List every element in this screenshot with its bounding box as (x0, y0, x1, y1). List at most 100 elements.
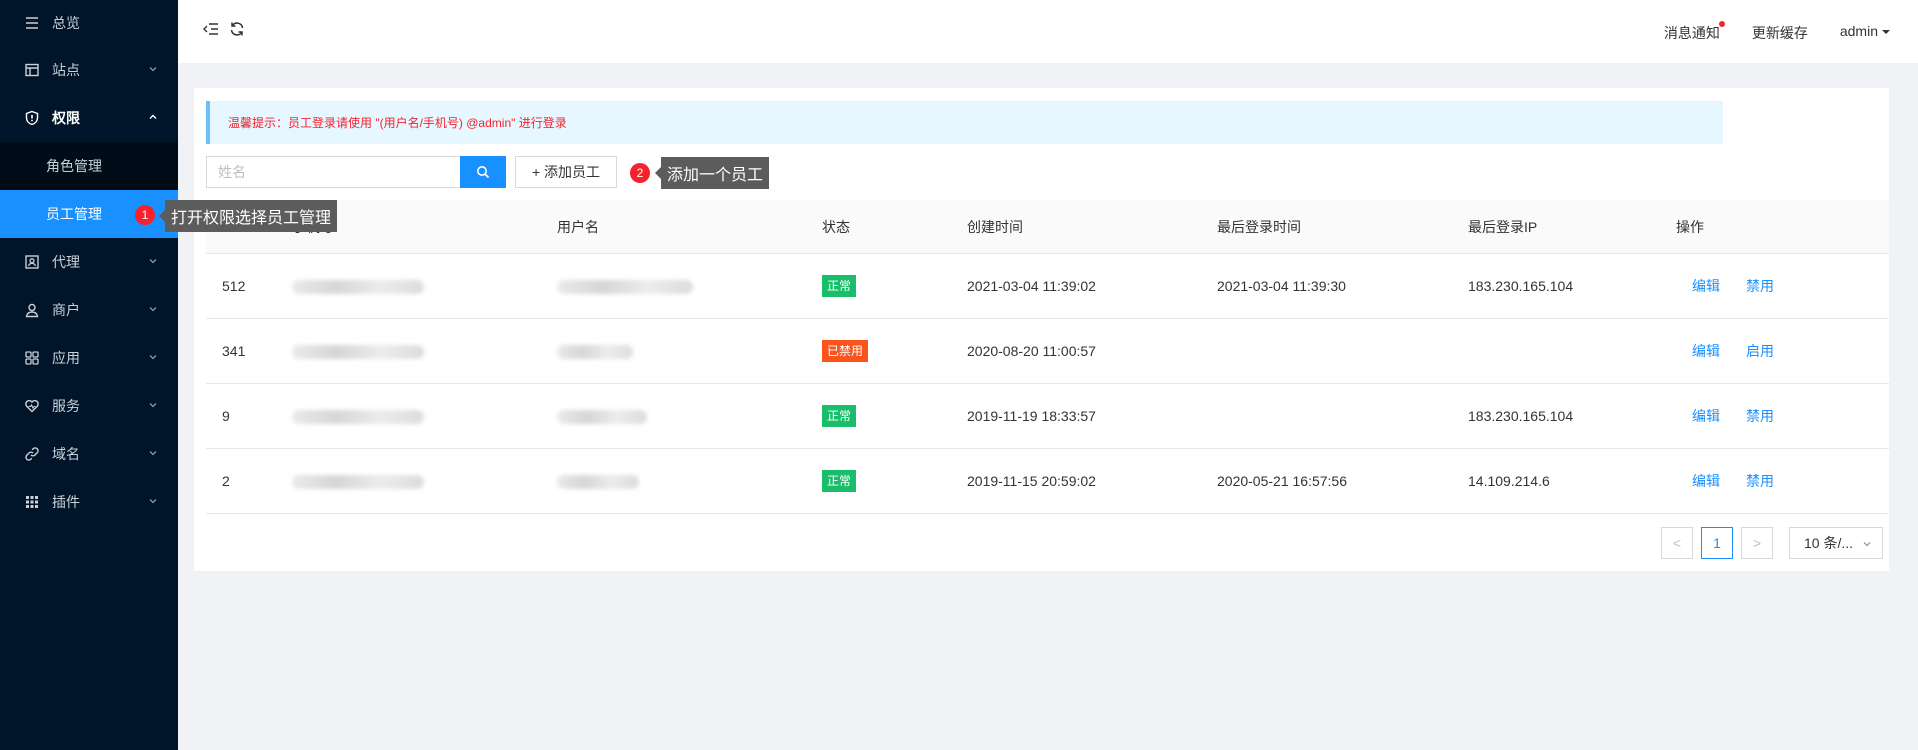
chevron-down-icon (149, 307, 157, 312)
refresh-cache-link[interactable]: 更新缓存 (1752, 23, 1808, 43)
user-menu[interactable]: admin (1840, 23, 1890, 43)
cell-status: 已禁用 (822, 340, 967, 362)
cell-phone-redacted (292, 473, 557, 490)
column-header: 操作 (1676, 218, 1704, 235)
sidebar-item-label: 商户 (52, 302, 80, 318)
username: admin (1839, 23, 1878, 39)
cell-status: 正常 (822, 470, 967, 492)
cell-ip: 183.230.165.104 (1468, 408, 1574, 424)
status-badge: 已禁用 (822, 340, 869, 362)
status-badge: 正常 (822, 470, 857, 492)
status-badge: 正常 (822, 405, 857, 427)
add-staff-button[interactable]: + 添加员工 (515, 156, 617, 188)
notifications-link[interactable]: 消息通知 (1663, 21, 1725, 43)
table-row: 512 正常 2021-03-04 11:39:02 2021-03-04 11… (206, 254, 1889, 319)
cell-id: 2 (222, 473, 230, 489)
chevron-down-icon (1863, 542, 1871, 547)
apps-icon (24, 350, 40, 366)
sidebar-item-label: 代理 (52, 254, 80, 270)
name-search-input[interactable] (206, 156, 460, 188)
sidebar-item-label: 域名 (52, 446, 80, 462)
column-header: 创建时间 (967, 218, 1023, 235)
notifications-label: 消息通知 (1663, 25, 1720, 41)
sidebar-item-permissions[interactable]: 权限 (0, 94, 178, 142)
step-1-marker: 1 (135, 205, 155, 225)
edit-link[interactable]: 编辑 (1692, 341, 1720, 361)
page-size-select[interactable]: 10 条/... (1789, 527, 1883, 559)
heart-icon (24, 398, 40, 414)
next-page-button[interactable]: > (1741, 527, 1773, 559)
chevron-down-icon (149, 499, 157, 504)
status-badge: 正常 (822, 275, 857, 297)
cell-created: 2020-08-20 11:00:57 (967, 343, 1096, 359)
chevron-down-icon (149, 355, 157, 360)
sidebar-item-label: 权限 (52, 110, 80, 126)
contact-icon (24, 254, 40, 270)
sidebar-item-overview[interactable]: 总览 (0, 0, 178, 46)
table-row: 2 正常 2019-11-15 20:59:02 2020-05-21 16:5… (206, 449, 1889, 514)
toggle-status-link[interactable]: 禁用 (1746, 276, 1774, 296)
cell-actions: 编辑 禁用 (1676, 276, 1889, 296)
cell-status: 正常 (822, 275, 967, 297)
cell-username-redacted (557, 473, 822, 490)
cell-id: 9 (222, 408, 230, 424)
edit-link[interactable]: 编辑 (1692, 276, 1720, 296)
step-2-tooltip: 添加一个员工 (654, 157, 770, 189)
prev-page-button[interactable]: < (1661, 527, 1693, 559)
sidebar-item-domains[interactable]: 域名 (0, 430, 178, 478)
sidebar-item-label: 站点 (52, 62, 80, 78)
page-number-button[interactable]: 1 (1701, 527, 1733, 559)
chevron-down-icon (149, 403, 157, 408)
cell-actions: 编辑 禁用 (1676, 406, 1889, 426)
top-header: 消息通知 更新缓存 admin (178, 0, 1918, 63)
cell-actions: 编辑 启用 (1676, 341, 1889, 361)
table-row: 341 已禁用 2020-08-20 11:00:57 编辑 启用 (206, 319, 1889, 384)
grid-icon (24, 494, 40, 510)
shield-icon (24, 110, 40, 126)
notification-dot (1718, 21, 1725, 27)
sidebar-item-label: 服务 (52, 398, 80, 414)
cell-created: 2019-11-15 20:59:02 (967, 473, 1096, 489)
table-row: 9 正常 2019-11-19 18:33:57 183.230.165.104… (206, 384, 1889, 449)
staff-table: ID 手机号 用户名 状态 创建时间 最后登录时间 最后登录IP 操作 512 … (206, 200, 1889, 514)
browser-icon (24, 62, 40, 78)
search-icon (477, 166, 490, 179)
cell-username-redacted (557, 278, 822, 295)
cell-phone-redacted (292, 408, 557, 425)
edit-link[interactable]: 编辑 (1692, 471, 1720, 491)
sidebar-item-merchants[interactable]: 商户 (0, 286, 178, 334)
sidebar-item-services[interactable]: 服务 (0, 382, 178, 430)
cell-status: 正常 (822, 405, 967, 427)
sidebar-item-apps[interactable]: 应用 (0, 334, 178, 382)
toggle-status-link[interactable]: 禁用 (1746, 406, 1774, 426)
cell-actions: 编辑 禁用 (1676, 471, 1889, 491)
link-icon (24, 446, 40, 462)
edit-link[interactable]: 编辑 (1692, 406, 1720, 426)
search-button[interactable] (460, 156, 506, 188)
sidebar-item-agents[interactable]: 代理 (0, 238, 178, 286)
collapse-menu-icon[interactable] (202, 20, 220, 38)
cell-phone-redacted (292, 278, 557, 295)
cell-id: 341 (222, 343, 246, 359)
sidebar-item-sites[interactable]: 站点 (0, 46, 178, 94)
toggle-status-link[interactable]: 启用 (1746, 341, 1774, 361)
sidebar-item-plugins[interactable]: 插件 (0, 478, 178, 526)
cell-last-login: 2021-03-04 11:39:30 (1217, 278, 1346, 294)
cell-username-redacted (557, 408, 822, 425)
chevron-up-icon (149, 114, 157, 119)
column-header: 状态 (822, 218, 850, 235)
content-card: 温馨提示：员工登录请使用 "(用户名/手机号) @admin" 进行登录 + 添… (194, 88, 1889, 571)
menu-icon (24, 15, 40, 31)
cell-username-redacted (557, 343, 822, 360)
refresh-icon[interactable] (228, 20, 246, 38)
column-header: 最后登录IP (1468, 218, 1538, 235)
column-header: 用户名 (557, 218, 599, 235)
step-2-marker: 2 (630, 163, 650, 183)
sidebar: 总览 站点 权限 角色管理 员工管理 代理 商户 应用 服务 域名 插件 (0, 0, 178, 750)
toggle-status-link[interactable]: 禁用 (1746, 471, 1774, 491)
chevron-down-icon (149, 259, 157, 264)
sidebar-subitem-roles[interactable]: 角色管理 (0, 142, 178, 190)
tip-alert: 温馨提示：员工登录请使用 "(用户名/手机号) @admin" 进行登录 (206, 101, 1723, 144)
chevron-down-icon (149, 451, 157, 456)
cell-ip: 14.109.214.6 (1468, 473, 1550, 489)
